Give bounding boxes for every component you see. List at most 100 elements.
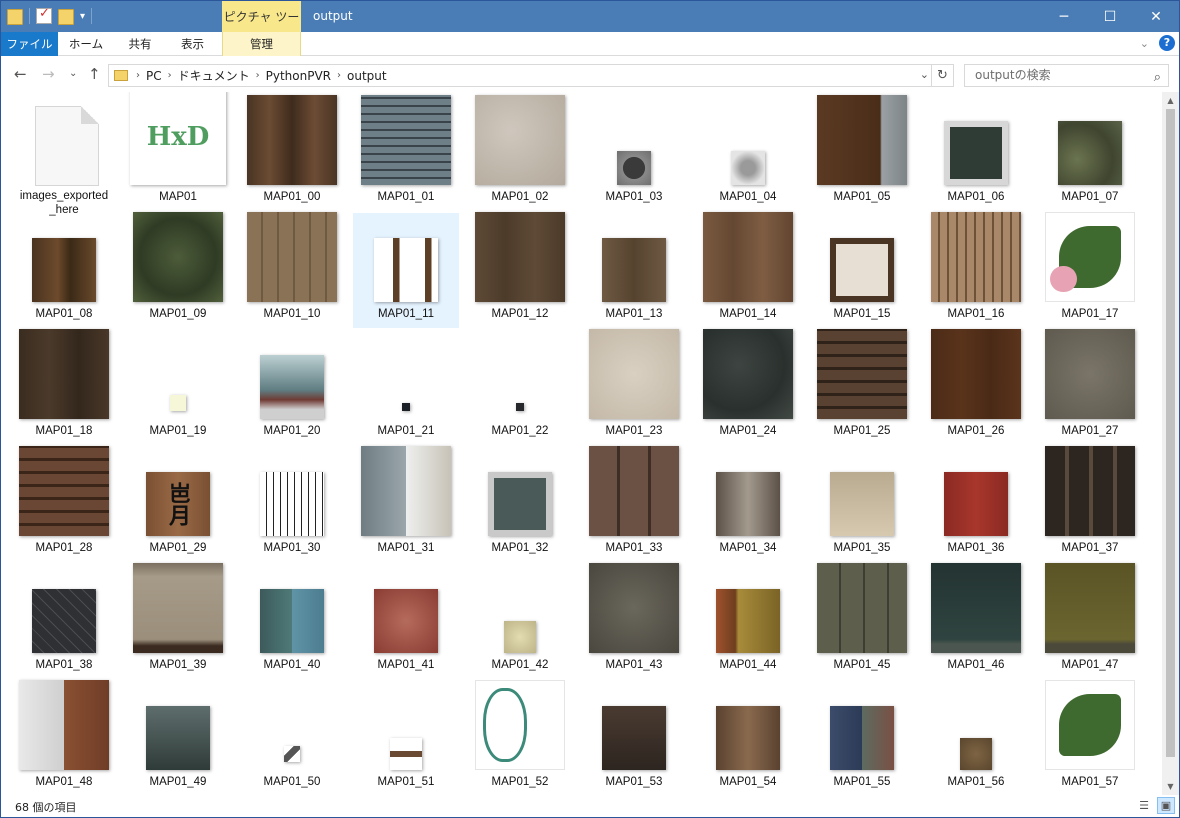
up-arrow-icon[interactable]: ↑ <box>88 65 101 83</box>
file-item[interactable]: MAP01_11 <box>353 213 459 328</box>
vertical-scrollbar[interactable]: ▲ ▼ <box>1162 92 1179 795</box>
expand-ribbon-icon[interactable]: ⌄ <box>1140 37 1149 50</box>
file-item[interactable]: MAP01_02 <box>467 95 573 211</box>
file-item[interactable]: MAP01_55 <box>809 681 915 795</box>
file-item[interactable]: MAP01_33 <box>581 446 687 562</box>
file-item[interactable]: MAP01_19 <box>125 330 231 445</box>
chevron-right-icon[interactable]: › <box>337 70 341 81</box>
forward-arrow-icon[interactable]: → <box>42 65 55 83</box>
file-item[interactable]: MAP01_44 <box>695 564 801 679</box>
search-input[interactable]: outputの検索 ⌕ <box>964 64 1169 87</box>
file-item[interactable]: MAP01_32 <box>467 447 573 562</box>
file-item[interactable]: MAP01_17 <box>1037 212 1143 328</box>
file-item[interactable]: MAP01_08 <box>11 213 117 328</box>
breadcrumb-output[interactable]: output <box>347 69 387 83</box>
chevron-right-icon[interactable]: › <box>136 70 140 81</box>
tab-view[interactable]: 表示 <box>166 32 219 56</box>
file-item[interactable]: MAP01_36 <box>923 447 1029 562</box>
file-item[interactable]: MAP01_31 <box>353 446 459 562</box>
file-item[interactable]: MAP01_56 <box>923 681 1029 795</box>
file-item[interactable]: MAP01_03 <box>581 96 687 211</box>
search-icon[interactable]: ⌕ <box>1154 67 1161 88</box>
chevron-right-icon[interactable]: › <box>256 70 260 81</box>
back-arrow-icon[interactable]: ← <box>14 65 27 83</box>
file-item[interactable]: MAP01_30 <box>239 447 345 562</box>
chevron-right-icon[interactable]: › <box>168 70 172 81</box>
file-item[interactable]: MAP01_01 <box>353 95 459 211</box>
scrollbar-thumb[interactable] <box>1166 109 1175 757</box>
file-item[interactable]: MAP01_48 <box>11 680 117 795</box>
breadcrumb-pythonpvr[interactable]: PythonPVR <box>266 69 331 83</box>
file-item[interactable]: images_exported _here <box>11 96 117 216</box>
file-item[interactable]: MAP01_22 <box>467 330 573 445</box>
file-item[interactable]: MAP01_27 <box>1037 329 1143 445</box>
file-item[interactable]: MAP01_16 <box>923 212 1029 328</box>
file-item[interactable]: MAP01_06 <box>923 96 1029 211</box>
new-folder-icon[interactable] <box>58 9 74 25</box>
image-thumbnail <box>830 706 894 770</box>
file-item[interactable]: MAP01_14 <box>695 212 801 328</box>
file-item[interactable]: MAP01_25 <box>809 329 915 445</box>
file-item[interactable]: MAP01_05 <box>809 95 915 211</box>
breadcrumb-documents[interactable]: ドキュメント <box>178 67 250 84</box>
file-item[interactable]: MAP01_50 <box>239 681 345 795</box>
breadcrumb-pc[interactable]: PC <box>146 69 162 83</box>
chevron-down-icon[interactable]: ⌄ <box>920 68 929 81</box>
file-item[interactable]: MAP01_52 <box>467 680 573 795</box>
file-item[interactable]: MAP01_23 <box>581 329 687 445</box>
scroll-down-icon[interactable]: ▼ <box>1162 778 1179 795</box>
file-item[interactable]: HxD MAP01 <box>125 92 231 211</box>
file-item[interactable]: MAP01_57 <box>1037 680 1143 795</box>
file-item[interactable]: MAP01_00 <box>239 95 345 211</box>
image-thumbnail <box>602 706 666 770</box>
file-list-pane[interactable]: images_exported _here HxD MAP01 MAP01_00 MAP0… <box>1 92 1163 795</box>
file-item[interactable]: MAP01_18 <box>11 329 117 445</box>
maximize-button[interactable]: ☐ <box>1087 1 1133 32</box>
file-item[interactable]: MAP01_07 <box>1037 96 1143 211</box>
file-item[interactable]: MAP01_26 <box>923 329 1029 445</box>
tab-manage[interactable]: 管理 <box>222 32 301 56</box>
file-item[interactable]: MAP01_09 <box>125 212 231 328</box>
customize-qat-icon[interactable]: ▾ <box>80 11 85 22</box>
file-item[interactable]: MAP01_51 <box>353 681 459 795</box>
file-item[interactable]: MAP01_20 <box>239 330 345 445</box>
file-item[interactable]: MAP01_49 <box>125 681 231 795</box>
file-item[interactable]: MAP01_40 <box>239 564 345 679</box>
details-view-icon[interactable]: ☰ <box>1135 797 1153 814</box>
file-item[interactable]: MAP01_47 <box>1037 563 1143 679</box>
file-item[interactable]: MAP01_12 <box>467 212 573 328</box>
file-item[interactable]: MAP01_10 <box>239 212 345 328</box>
file-item[interactable]: MAP01_41 <box>353 564 459 679</box>
file-item[interactable]: MAP01_15 <box>809 213 915 328</box>
file-item[interactable]: MAP01_21 <box>353 330 459 445</box>
file-item[interactable]: MAP01_42 <box>467 564 573 679</box>
address-bar[interactable]: › PC › ドキュメント › PythonPVR › output ⌄ ↻ <box>108 64 954 87</box>
minimize-button[interactable]: ─ <box>1041 1 1087 32</box>
file-item[interactable]: MAP01_46 <box>923 563 1029 679</box>
file-item[interactable]: MAP01_39 <box>125 563 231 679</box>
close-button[interactable]: ✕ <box>1133 1 1179 32</box>
file-name-label: MAP01_56 <box>947 776 1005 788</box>
file-item[interactable]: MAP01_43 <box>581 563 687 679</box>
refresh-icon[interactable]: ↻ <box>931 65 953 86</box>
recent-locations-icon[interactable]: ⌄ <box>69 68 77 79</box>
large-icons-view-icon[interactable]: ▣ <box>1157 797 1175 814</box>
file-item[interactable]: MAP01_28 <box>11 446 117 562</box>
file-item[interactable]: MAP01_04 <box>695 96 801 211</box>
tab-file[interactable]: ファイル <box>1 32 58 56</box>
file-item[interactable]: MAP01_54 <box>695 681 801 795</box>
file-item[interactable]: MAP01_35 <box>809 447 915 562</box>
file-item[interactable]: MAP01_45 <box>809 563 915 679</box>
file-item[interactable]: 岜月 MAP01_29 <box>125 447 231 562</box>
properties-icon[interactable] <box>36 6 52 24</box>
tab-share[interactable]: 共有 <box>114 32 166 56</box>
file-item[interactable]: MAP01_37 <box>1037 446 1143 562</box>
help-icon[interactable]: ? <box>1159 35 1175 51</box>
file-item[interactable]: MAP01_24 <box>695 329 801 445</box>
scroll-up-icon[interactable]: ▲ <box>1162 92 1179 109</box>
file-item[interactable]: MAP01_53 <box>581 681 687 795</box>
tab-home[interactable]: ホーム <box>58 32 114 56</box>
file-item[interactable]: MAP01_38 <box>11 564 117 679</box>
file-item[interactable]: MAP01_34 <box>695 447 801 562</box>
file-item[interactable]: MAP01_13 <box>581 213 687 328</box>
